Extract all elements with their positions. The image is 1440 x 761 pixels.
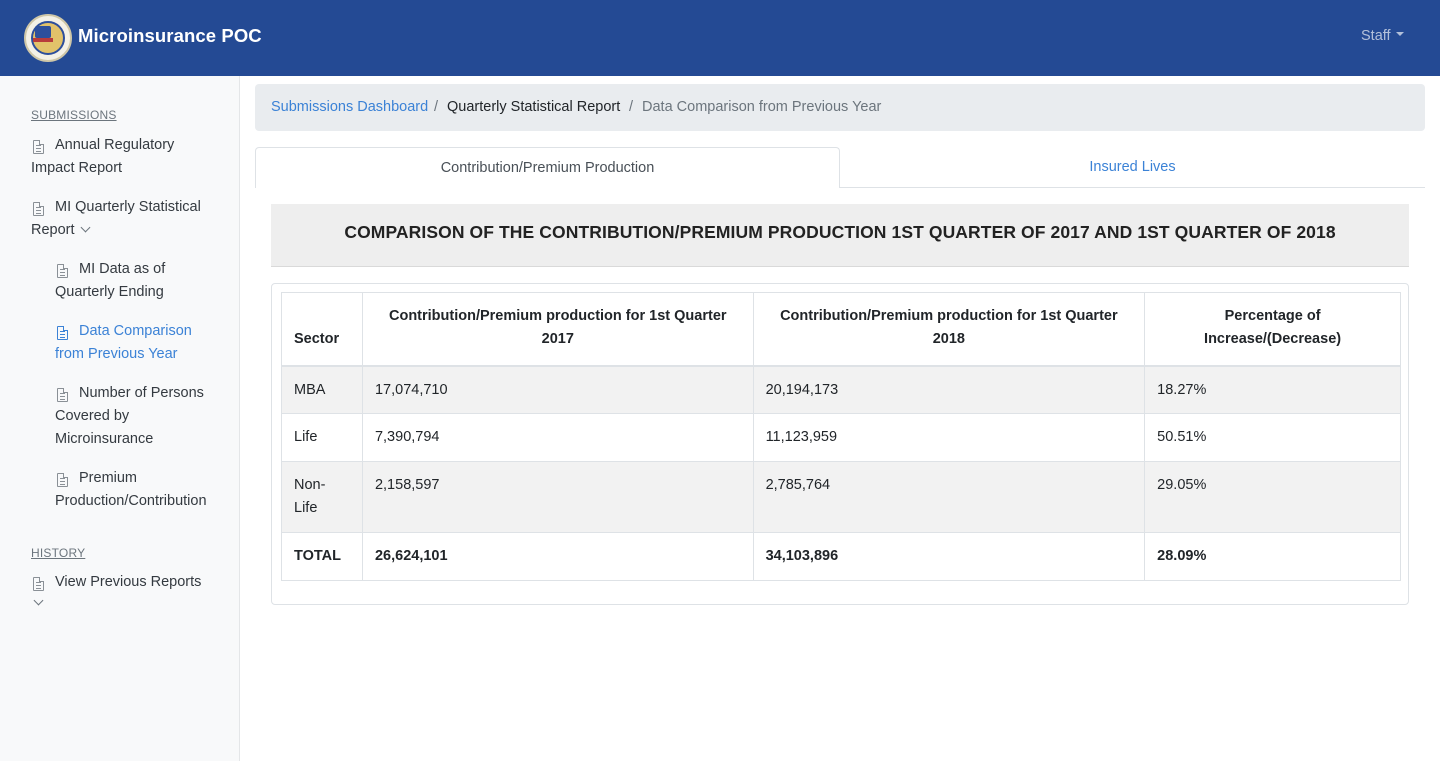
table-row: Life 7,390,794 11,123,959 50.51% <box>281 413 1401 462</box>
breadcrumb-submissions-dashboard[interactable]: Submissions Dashboard <box>271 99 428 115</box>
cell-q2017: 7,390,794 <box>361 413 754 462</box>
sidebar-item-label-line2: from Previous Year <box>55 346 178 362</box>
sidebar-item-label: MI Data as of <box>79 261 166 277</box>
sidebar-item-label: Premium <box>79 470 138 486</box>
cell-sector: Non- Life <box>281 461 363 533</box>
document-icon <box>57 326 68 340</box>
sidebar-item-label-line3: Microinsurance <box>55 431 154 447</box>
column-header-q2018: Contribution/Premium production for 1st … <box>752 292 1146 367</box>
tab-insured-lives[interactable]: Insured Lives <box>840 147 1425 188</box>
chevron-down-icon[interactable] <box>80 222 90 233</box>
table-row: Non- Life 2,158,597 2,785,764 29.05% <box>281 461 1401 533</box>
sidebar-item-mi-quarterly-statistical-report[interactable]: MI Quarterly Statistical Report <box>31 196 231 242</box>
comparison-table: Sector Contribution/Premium production f… <box>281 292 1401 581</box>
cell-percentage: 18.27% <box>1144 365 1401 414</box>
column-header-q2017: Contribution/Premium production for 1st … <box>361 292 754 367</box>
cell-q2018: 11,123,959 <box>752 413 1146 462</box>
user-menu-dropdown[interactable]: Staff <box>1361 28 1404 44</box>
sidebar-item-label-line2: Report <box>31 222 75 238</box>
sidebar-item-label-line2: Production/Contribution <box>55 493 207 509</box>
breadcrumb-quarterly-statistical-report[interactable]: Quarterly Statistical Report <box>447 99 620 115</box>
cell-total-q2018: 34,103,896 <box>752 532 1146 581</box>
table-header-row: Sector Contribution/Premium production f… <box>281 292 1401 367</box>
report-title-banner: COMPARISON OF THE CONTRIBUTION/PREMIUM P… <box>271 204 1409 267</box>
breadcrumb-separator: / <box>434 99 439 115</box>
sidebar: SUBMISSIONS Annual Regulatory Impact Rep… <box>0 76 240 761</box>
document-icon <box>33 577 44 591</box>
sidebar-heading-submissions: SUBMISSIONS <box>31 108 117 122</box>
table-total-row: TOTAL 26,624,101 34,103,896 28.09% <box>281 532 1401 581</box>
insurance-commission-seal-icon[interactable] <box>24 14 72 62</box>
document-icon <box>57 473 68 487</box>
cell-q2017: 17,074,710 <box>361 365 754 414</box>
user-menu-label: Staff <box>1361 28 1391 44</box>
tab-divider <box>840 187 1425 188</box>
sidebar-item-label: Number of Persons <box>79 385 204 401</box>
cell-sector: Life <box>281 413 363 462</box>
breadcrumb-current-page: Data Comparison from Previous Year <box>642 99 882 115</box>
tab-contribution-premium-production[interactable]: Contribution/Premium Production <box>255 147 840 188</box>
caret-down-icon <box>1395 32 1404 37</box>
sidebar-item-label: Data Comparison <box>79 323 192 339</box>
sidebar-item-label: MI Quarterly Statistical <box>55 199 201 215</box>
report-title: COMPARISON OF THE CONTRIBUTION/PREMIUM P… <box>344 222 1336 242</box>
sidebar-item-label-line2: Covered by <box>55 408 130 424</box>
sidebar-subitem-premium-production-contribution[interactable]: Premium Production/Contribution <box>55 467 235 513</box>
sidebar-subitem-mi-data-as-of-quarterly-ending[interactable]: MI Data as of Quarterly Ending <box>55 258 235 304</box>
sidebar-heading-history: HISTORY <box>31 546 86 560</box>
breadcrumb: Submissions Dashboard / Quarterly Statis… <box>255 84 1425 131</box>
sidebar-item-label-line2: Quarterly Ending <box>55 284 164 300</box>
cell-q2018: 20,194,173 <box>752 365 1146 414</box>
column-header-percentage: Percentage of Increase/(Decrease) <box>1144 292 1401 367</box>
cell-q2018: 2,785,764 <box>752 461 1146 533</box>
document-icon <box>57 388 68 402</box>
comparison-table-card: Sector Contribution/Premium production f… <box>271 283 1409 605</box>
document-icon <box>57 264 68 278</box>
sidebar-item-annual-regulatory-impact-report[interactable]: Annual Regulatory Impact Report <box>31 134 231 180</box>
sidebar-item-label: Annual Regulatory <box>55 137 175 153</box>
cell-percentage: 29.05% <box>1144 461 1401 533</box>
sidebar-subitem-number-of-persons-covered[interactable]: Number of Persons Covered by Microinsura… <box>55 382 235 451</box>
chevron-down-icon[interactable] <box>33 595 44 606</box>
document-icon <box>33 202 44 216</box>
brand-title[interactable]: Microinsurance POC <box>78 25 262 47</box>
sidebar-item-view-previous-reports[interactable]: View Previous Reports <box>31 571 231 617</box>
breadcrumb-separator: / <box>629 99 634 115</box>
top-navbar: Microinsurance POC Staff <box>0 0 1440 76</box>
table-row: MBA 17,074,710 20,194,173 18.27% <box>281 365 1401 414</box>
cell-sector: MBA <box>281 365 363 414</box>
cell-percentage: 50.51% <box>1144 413 1401 462</box>
cell-total-percentage: 28.09% <box>1144 532 1401 581</box>
sidebar-item-label: View Previous Reports <box>55 574 202 590</box>
cell-total-label: TOTAL <box>281 532 363 581</box>
column-header-sector: Sector <box>281 292 363 367</box>
document-icon <box>33 140 44 154</box>
cell-q2017: 2,158,597 <box>361 461 754 533</box>
cell-total-q2017: 26,624,101 <box>361 532 754 581</box>
sidebar-subitem-data-comparison[interactable]: Data Comparison from Previous Year <box>55 320 235 366</box>
sidebar-item-label-line2: Impact Report <box>31 160 123 176</box>
